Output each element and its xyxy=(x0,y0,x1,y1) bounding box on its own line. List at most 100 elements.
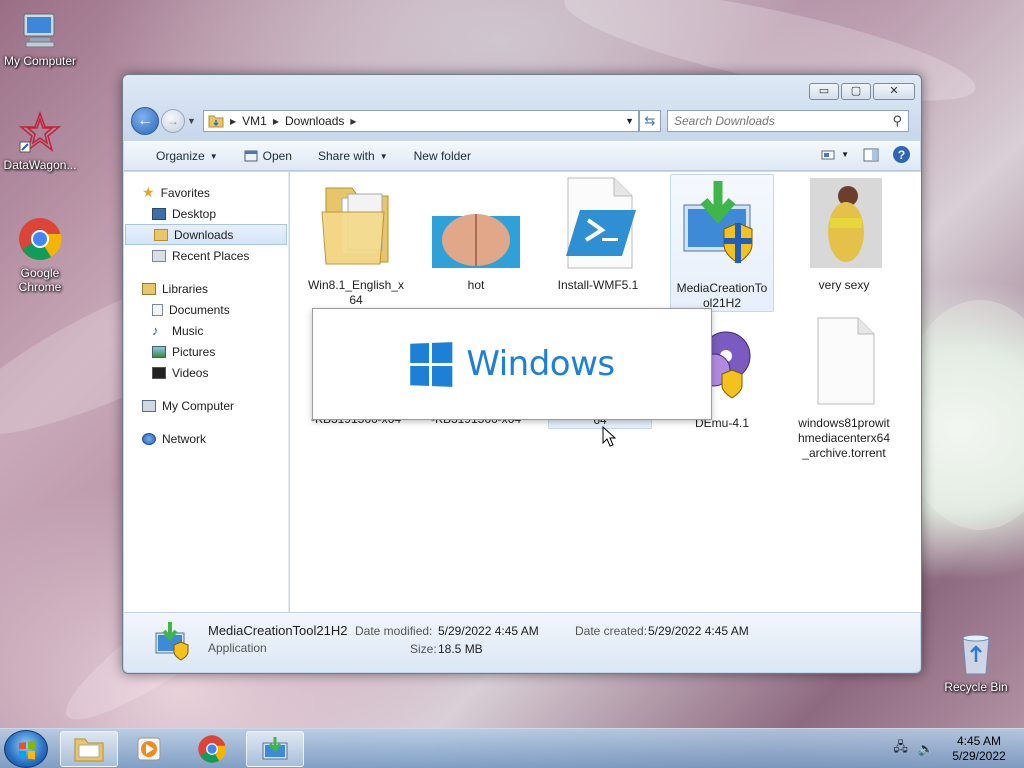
clock-time: 4:45 AM xyxy=(956,734,1002,748)
details-date-created: 5/29/2022 4:45 AM xyxy=(648,624,749,638)
open-label: Open xyxy=(262,149,292,163)
minimize-button[interactable]: ▭ xyxy=(809,83,839,100)
media-creation-tool-icon xyxy=(155,622,189,661)
file-item-install-wmf51[interactable]: Install-WMF5.1 xyxy=(546,172,650,293)
new-folder-label: New folder xyxy=(413,149,471,163)
maximize-button[interactable]: ▢ xyxy=(841,83,871,100)
network-status-icon[interactable]: 🖧 xyxy=(893,738,908,760)
close-button[interactable]: ✕ xyxy=(873,83,915,100)
file-item-win81-english[interactable]: Win8.1_English_x 64 xyxy=(304,172,408,308)
taskbar-explorer[interactable] xyxy=(60,731,118,767)
navigation-pane: ★ Favorites Desktop Downloads Recent Pla… xyxy=(124,172,289,612)
navigation-bar: ← → ▼ ▶ VM1 ▶ Downloads ▶ ▼ ⇆ ⚲ xyxy=(131,107,913,135)
sidebar-item-desktop[interactable]: Desktop xyxy=(124,203,288,224)
clock[interactable]: 4:45 AM 5/29/2022 xyxy=(944,734,1014,764)
recent-pages-dropdown[interactable]: ▼ xyxy=(187,116,199,126)
organize-button[interactable]: Organize ▼ xyxy=(148,145,226,167)
details-size-label: Size: xyxy=(410,642,437,656)
music-icon: ♪ xyxy=(152,323,159,338)
chevron-down-icon: ▼ xyxy=(841,150,849,159)
content-layer: Win8.1_English_x 64 hot Install-WMF5.1 Me… xyxy=(290,172,914,608)
sidebar-item-videos[interactable]: Videos xyxy=(124,362,288,383)
breadcrumb-separator[interactable]: ▶ xyxy=(350,117,356,126)
sidebar-item-music[interactable]: ♪ Music xyxy=(124,320,288,341)
file-name: Install-WMF5.1 xyxy=(557,278,639,292)
file-name: windows81prowit hmediacenterx64 _archive.t… xyxy=(797,416,891,460)
help-icon[interactable]: ? xyxy=(893,146,910,163)
desktop-icon-google-chrome[interactable]: Google Chrome xyxy=(0,216,80,294)
star-icon: ★ xyxy=(142,184,155,200)
chevron-down-icon: ▼ xyxy=(209,151,218,161)
sidebar-label: Network xyxy=(162,431,207,446)
search-input[interactable] xyxy=(674,114,874,128)
arrow-right-icon: → xyxy=(167,114,179,128)
desktop-icon xyxy=(152,207,166,220)
pictures-icon xyxy=(152,345,166,358)
breadcrumb-separator[interactable]: ▶ xyxy=(273,117,279,126)
sidebar-libraries[interactable]: Libraries xyxy=(124,278,288,299)
sidebar-item-downloads[interactable]: Downloads xyxy=(125,224,287,245)
taskbar-media-creation-tool[interactable] xyxy=(246,731,304,767)
sidebar-label: Downloads xyxy=(174,227,234,242)
open-button[interactable]: Open xyxy=(236,145,300,167)
desktop-icon-my-computer[interactable]: My Computer xyxy=(0,10,80,68)
share-with-button[interactable]: Share with ▼ xyxy=(310,145,396,167)
sidebar-item-documents[interactable]: Documents xyxy=(124,299,288,320)
forward-button[interactable]: → xyxy=(161,109,185,133)
folder-icon xyxy=(321,187,389,265)
details-size: 18.5 MB xyxy=(438,642,483,656)
details-file-type: Application xyxy=(208,641,267,655)
datawagon-icon xyxy=(18,110,62,153)
taskbar-chrome[interactable] xyxy=(183,731,241,767)
windows-logo-icon xyxy=(19,740,35,760)
image-thumbnail-icon xyxy=(810,178,882,268)
preview-pane-icon[interactable] xyxy=(863,148,879,162)
desktop-icon-datawagon[interactable]: DataWagon... xyxy=(0,110,80,172)
sidebar-item-recent-places[interactable]: Recent Places xyxy=(124,245,288,266)
sidebar-label: Libraries xyxy=(162,281,209,296)
desktop-icon-label: My Computer xyxy=(3,54,77,68)
view-icon xyxy=(821,150,835,159)
file-item-very-sexy[interactable]: very sexy xyxy=(792,172,896,293)
sidebar-item-pictures[interactable]: Pictures xyxy=(124,341,288,362)
refresh-button[interactable]: ⇆ xyxy=(639,110,661,132)
desktop-icon-label: Google Chrome xyxy=(18,266,62,294)
system-tray: 🖧 🔈 4:45 AM 5/29/2022 xyxy=(893,733,1014,765)
file-item-media-creation-tool[interactable]: MediaCreationTo ol21H2 xyxy=(670,174,774,312)
details-date-modified: 5/29/2022 4:45 AM xyxy=(438,624,539,638)
view-controls: ▼ ? xyxy=(821,146,910,163)
details-pane: MediaCreationTool21H2 Application Date m… xyxy=(124,612,920,672)
address-bar[interactable]: ▶ VM1 ▶ Downloads ▶ ▼ xyxy=(203,110,639,132)
sidebar-label: Recent Places xyxy=(172,248,250,263)
taskbar: 🖧 🔈 4:45 AM 5/29/2022 xyxy=(0,728,1024,768)
media-creation-tool-icon xyxy=(262,737,288,760)
address-dropdown[interactable]: ▼ xyxy=(625,116,634,126)
sidebar-network[interactable]: Network xyxy=(124,428,288,449)
sidebar-my-computer[interactable]: My Computer xyxy=(124,395,288,416)
sidebar-label: Pictures xyxy=(172,344,216,359)
start-button[interactable] xyxy=(4,730,48,768)
taskbar-media-player[interactable] xyxy=(120,731,178,767)
file-item-torrent[interactable]: windows81prowit hmediacenterx64 _archive.t… xyxy=(792,310,896,461)
open-icon xyxy=(244,150,258,162)
breadcrumb-downloads[interactable]: Downloads xyxy=(285,114,344,128)
media-creation-tool-icon xyxy=(683,181,753,264)
breadcrumb-separator[interactable]: ▶ xyxy=(230,117,236,126)
folder-icon xyxy=(74,738,104,762)
file-item-hot[interactable]: hot xyxy=(424,172,528,293)
change-view-button[interactable]: ▼ xyxy=(821,149,849,161)
windows-splash-overlay: Windows xyxy=(312,308,712,420)
sidebar-favorites[interactable]: ★ Favorites xyxy=(124,182,288,203)
desktop-icon-recycle-bin[interactable]: Recycle Bin xyxy=(936,630,1016,694)
organize-label: Organize xyxy=(156,149,205,163)
arrow-left-icon: ← xyxy=(137,112,153,129)
back-button[interactable]: ← xyxy=(131,107,159,135)
computer-icon xyxy=(142,399,156,412)
details-file-name: MediaCreationTool21H2 xyxy=(208,623,348,638)
chevron-down-icon: ▼ xyxy=(379,151,388,161)
search-box[interactable]: ⚲ xyxy=(667,110,909,132)
file-name: hot xyxy=(467,278,485,292)
volume-icon[interactable]: 🔈 xyxy=(918,741,934,757)
new-folder-button[interactable]: New folder xyxy=(406,145,479,167)
breadcrumb-vm1[interactable]: VM1 xyxy=(242,114,267,128)
